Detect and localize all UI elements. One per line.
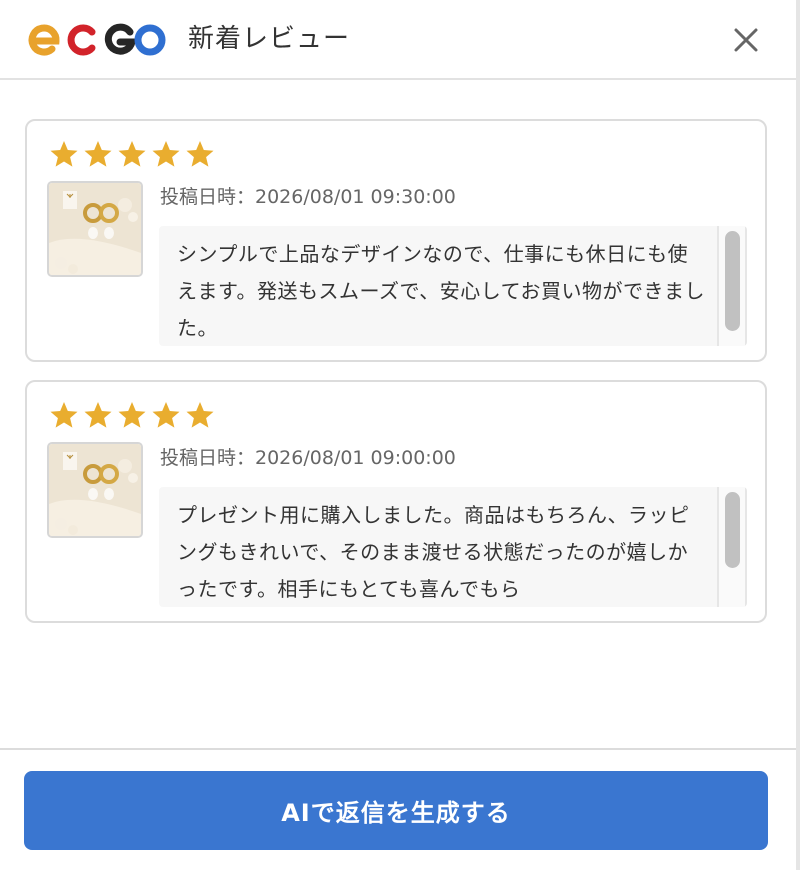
earrings-image-icon [49, 444, 141, 536]
product-thumbnail[interactable] [47, 442, 143, 538]
review-card: 投稿日時：2026/08/01 09:30:00 シンプルで上品なデザインなので… [25, 119, 767, 362]
review-text: シンプルで上品なデザインなので、仕事にも休日にも使えます。発送もスムーズで、安心… [177, 242, 705, 340]
header: 新着レビュー [0, 0, 800, 80]
star-icon [152, 402, 180, 428]
star-icon [50, 141, 78, 167]
posted-datetime: 投稿日時：2026/08/01 09:30:00 [160, 186, 456, 208]
star-icon [186, 402, 214, 428]
star-icon [118, 141, 146, 167]
star-rating [49, 139, 215, 169]
star-icon [118, 402, 146, 428]
review-text-box[interactable]: プレゼント用に購入しました。商品はもちろん、ラッピングもきれいで、そのまま渡せる… [159, 487, 747, 607]
close-icon[interactable] [728, 22, 764, 58]
product-thumbnail[interactable] [47, 181, 143, 277]
generate-ai-reply-button[interactable]: AIで返信を生成する [24, 771, 768, 850]
scrollbar[interactable] [717, 226, 747, 346]
scrollbar[interactable] [717, 487, 747, 607]
star-icon [152, 141, 180, 167]
star-rating [49, 400, 215, 430]
footer-divider [0, 748, 796, 750]
star-icon [186, 141, 214, 167]
review-text-box[interactable]: シンプルで上品なデザインなので、仕事にも休日にも使えます。発送もスムーズで、安心… [159, 226, 747, 346]
scrollbar-thumb[interactable] [725, 492, 740, 568]
posted-datetime: 投稿日時：2026/08/01 09:00:00 [160, 447, 456, 469]
earrings-image-icon [49, 183, 141, 275]
star-icon [84, 402, 112, 428]
scrollbar-thumb[interactable] [725, 231, 740, 331]
review-card: 投稿日時：2026/08/01 09:00:00 プレゼント用に購入しました。商… [25, 380, 767, 623]
star-icon [84, 141, 112, 167]
review-text: プレゼント用に購入しました。商品はもちろん、ラッピングもきれいで、そのまま渡せる… [177, 503, 690, 601]
star-icon [50, 402, 78, 428]
ecgo-logo [28, 23, 166, 56]
page-title: 新着レビュー [188, 24, 351, 54]
panel-edge [796, 0, 800, 870]
